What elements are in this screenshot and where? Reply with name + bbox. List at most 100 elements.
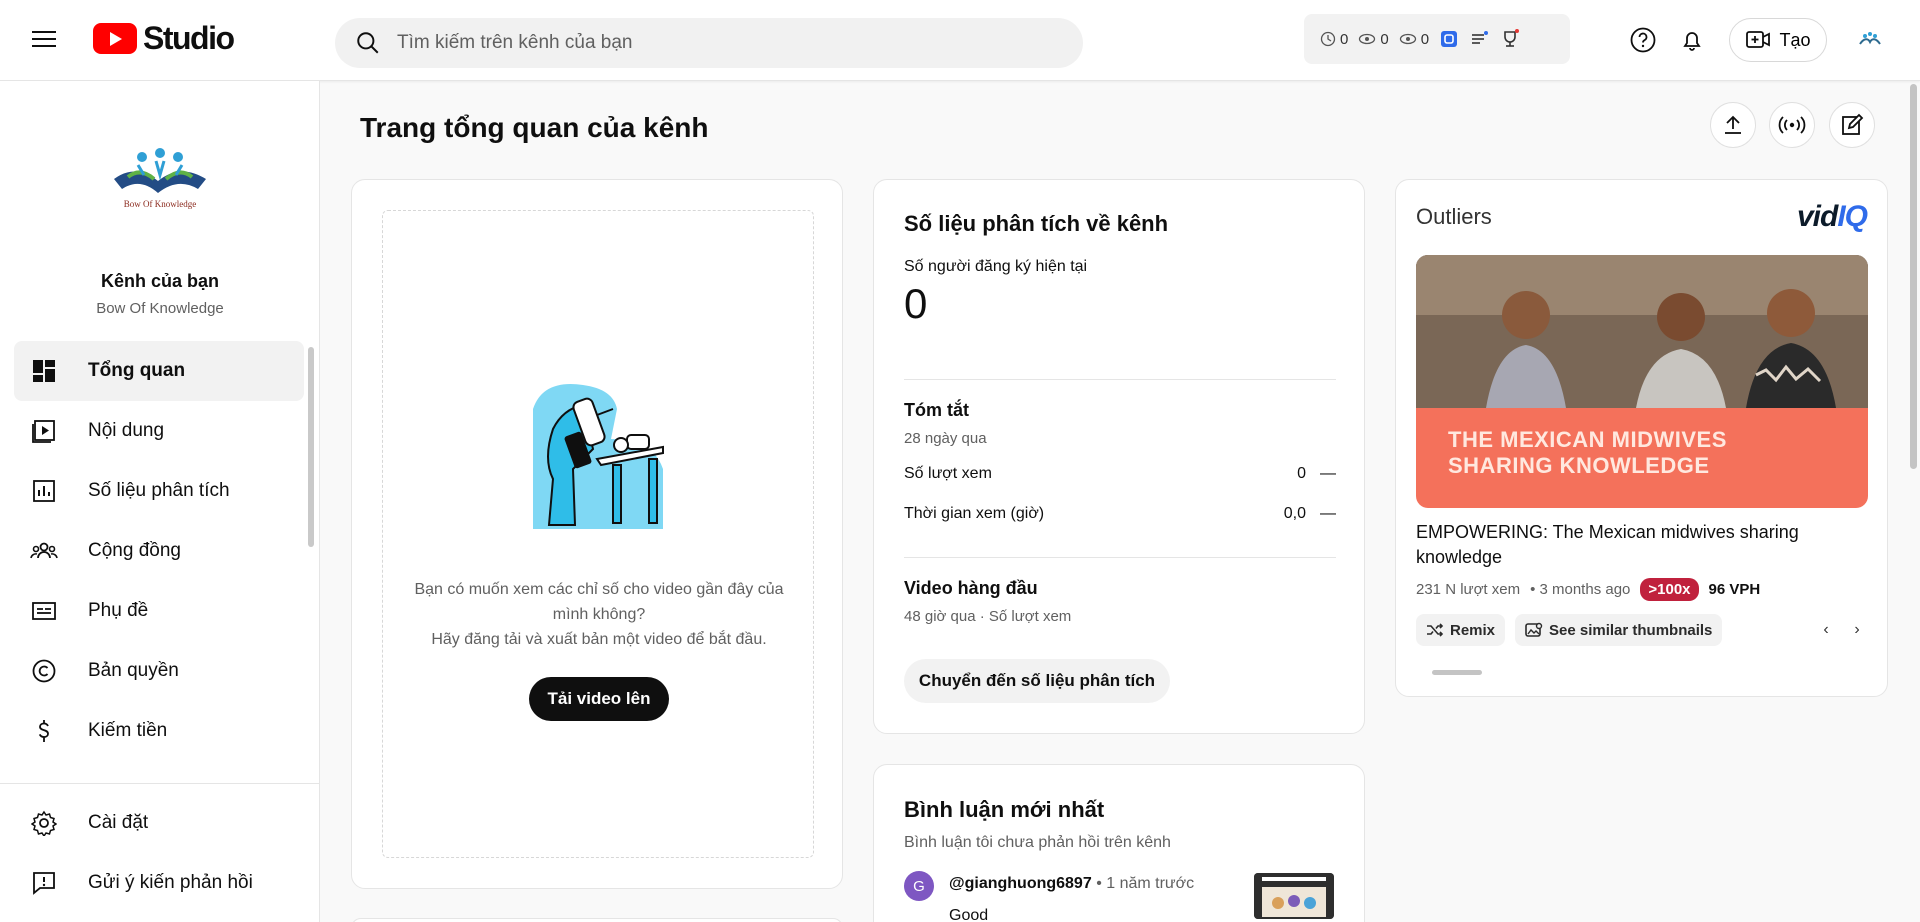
channel-logo-text: Bow Of Knowledge [124, 199, 197, 209]
top-videos-title: Video hàng đầu [904, 578, 1038, 598]
outliers-card: Outliers vidIQ THE MEXICAN MIDWIVES SHAR… [1395, 179, 1888, 697]
sidebar-item-analytics[interactable]: Số liệu phân tích [14, 461, 304, 521]
comment-video-thumbnail[interactable] [1254, 873, 1334, 919]
see-similar-thumbnails-button[interactable]: See similar thumbnails [1515, 614, 1723, 646]
channel-title: Kênh của bạn [100, 271, 220, 291]
video-add-icon [1746, 31, 1771, 48]
sidebar-scrollbar[interactable] [308, 347, 314, 547]
community-icon [30, 537, 58, 565]
outlier-video-thumbnail[interactable]: THE MEXICAN MIDWIVES SHARING KNOWLEDGE [1416, 255, 1868, 508]
comment-meta: @gianghuong6897 • 1 năm trước [949, 875, 1194, 893]
sidebar-item-content[interactable]: Nội dung [14, 401, 304, 461]
list-icon[interactable] [1469, 29, 1489, 49]
previous-arrow[interactable]: ‹ [1814, 618, 1838, 642]
analytics-icon [30, 477, 58, 505]
upload-icon [1725, 115, 1741, 134]
latest-comments-card: Bình luận mới nhất Bình luận tôi chưa ph… [873, 764, 1365, 922]
remix-button[interactable]: Remix [1416, 614, 1506, 646]
thumbnail-photo [1416, 255, 1868, 408]
youtube-play-icon [93, 23, 137, 54]
eye-icon [1399, 33, 1416, 45]
views-48h-stat: 0 [1399, 31, 1429, 48]
commenter-name[interactable]: @gianghuong6897 [949, 875, 1092, 892]
vidiq-icon[interactable] [1439, 29, 1459, 49]
watch-time-stat: 0 [1320, 31, 1348, 48]
comments-subtitle: Bình luận tôi chưa phản hồi trên kênh [904, 834, 1171, 851]
comment-text: Good [949, 907, 989, 922]
sidebar-item-dashboard[interactable]: Tổng quan [14, 341, 304, 401]
dashboard-icon [30, 357, 58, 385]
views-stat: 0 [1358, 31, 1389, 48]
go-to-analytics-button[interactable]: Chuyển đến số liệu phân tích [904, 659, 1170, 703]
scrollbar-thumb[interactable] [1432, 670, 1482, 675]
go-live-button[interactable] [1769, 102, 1815, 148]
vidiq-stats-pill[interactable]: 0 0 0 [1304, 14, 1570, 64]
youtube-studio-logo[interactable]: Studio [93, 20, 235, 57]
outlier-score-badge: >100x [1640, 578, 1699, 601]
outlier-video-meta: 231 N lượt xem • 3 months ago >100x 96 V… [1416, 578, 1760, 601]
thumbnail-text: THE MEXICAN MIDWIVES SHARING KNOWLEDGE [1448, 427, 1727, 478]
monetization-icon [30, 717, 58, 745]
commenter-avatar[interactable]: G [904, 871, 934, 901]
next-card [351, 918, 843, 922]
logo-text: Studio [143, 20, 235, 56]
feedback-icon [30, 869, 58, 897]
horizontal-scrollbar[interactable] [1416, 668, 1868, 676]
comments-title: Bình luận mới nhất [904, 797, 1105, 822]
views-row: Số lượt xem 0— [904, 465, 1336, 482]
help-icon[interactable] [1627, 24, 1659, 56]
sidebar-item-copyright[interactable]: Bản quyền [14, 641, 304, 701]
sidebar-item-monetization[interactable]: Kiếm tiền [14, 701, 304, 761]
recent-video-card: Bạn có muốn xem các chỉ số cho video gần… [351, 179, 843, 889]
sidebar-item-settings[interactable]: Cài đặt [14, 793, 304, 853]
sidebar-item-community[interactable]: Cộng đồng [14, 521, 304, 581]
outliers-title: Outliers [1416, 204, 1492, 229]
vidiq-logo[interactable]: vidIQ [1797, 200, 1868, 234]
edit-icon [1842, 113, 1864, 135]
image-search-icon [1525, 622, 1543, 637]
outlier-video-title[interactable]: EMPOWERING: The Mexican midwives sharing… [1416, 520, 1868, 570]
upload-video-button[interactable] [1710, 102, 1756, 148]
sidebar-item-feedback[interactable]: Gửi ý kiến phản hồi [14, 853, 304, 913]
watch-time-row: Thời gian xem (giờ) 0,0— [904, 505, 1336, 522]
account-avatar[interactable] [1852, 22, 1888, 58]
summary-period: 28 ngày qua [904, 430, 987, 447]
channel-logo[interactable]: Bow Of Knowledge [100, 141, 220, 221]
search-bar[interactable] [335, 18, 1083, 68]
create-post-button[interactable] [1829, 102, 1875, 148]
eye-icon [1359, 33, 1376, 45]
sidebar-bottom-nav: Cài đặt Gửi ý kiến phản hồi [14, 793, 304, 913]
top-bar: Studio 0 0 0 Tạo [0, 0, 1920, 81]
sidebar-nav: Tổng quan Nội dung Số liệu phân tích Cộn… [14, 341, 304, 761]
subscribers-count: 0 [904, 280, 928, 327]
clock-icon [1320, 31, 1336, 47]
top-videos-sub: 48 giờ qua · Số lượt xem [904, 608, 1072, 625]
summary-title: Tóm tắt [904, 400, 969, 420]
content-icon [30, 417, 58, 445]
channel-analytics-card: Số liệu phân tích về kênh Số người đăng … [873, 179, 1365, 734]
sidebar-divider [0, 783, 320, 784]
live-icon [1778, 116, 1806, 134]
copyright-icon [30, 657, 58, 685]
menu-icon[interactable] [30, 26, 58, 54]
create-button[interactable]: Tạo [1729, 18, 1827, 62]
upload-video-cta[interactable]: Tải video lên [529, 677, 669, 721]
next-arrow[interactable]: › [1845, 618, 1869, 642]
subscribers-label: Số người đăng ký hiện tại [904, 258, 1088, 275]
sidebar: Bow Of Knowledge Kênh của bạn Bow Of Kno… [0, 81, 320, 922]
sidebar-item-subtitles[interactable]: Phụ đề [14, 581, 304, 641]
channel-name[interactable]: Bow Of Knowledge [0, 300, 320, 317]
trophy-icon[interactable] [1499, 28, 1521, 50]
search-input[interactable] [397, 32, 1037, 54]
page-title: Trang tổng quan của kênh [360, 112, 709, 143]
bell-icon[interactable] [1676, 24, 1708, 56]
analytics-title: Số liệu phân tích về kênh [904, 211, 1169, 236]
divider [904, 379, 1336, 380]
page-scrollbar[interactable] [1910, 84, 1917, 469]
empty-state-box: Bạn có muốn xem các chỉ số cho video gần… [382, 210, 814, 858]
subtitles-icon [30, 597, 58, 625]
divider [904, 557, 1336, 558]
empty-state-text: Bạn có muốn xem các chỉ số cho video gần… [414, 581, 784, 648]
shuffle-icon [1427, 623, 1444, 637]
microscope-illustration [533, 384, 664, 529]
